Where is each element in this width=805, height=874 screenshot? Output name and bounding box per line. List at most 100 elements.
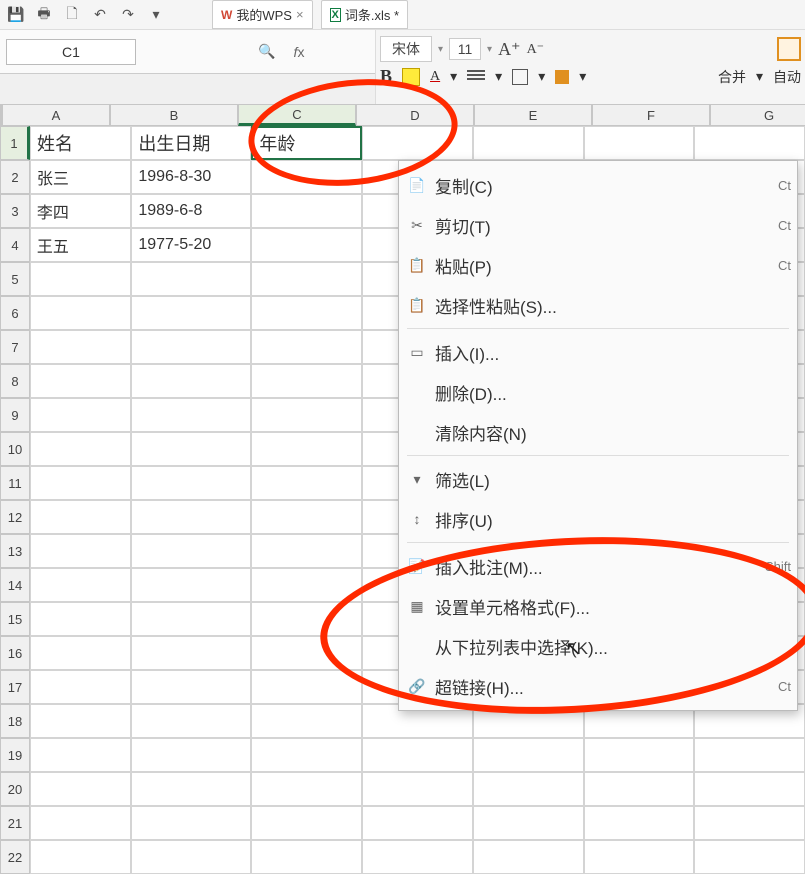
cell-E21[interactable]: [473, 806, 584, 840]
zoom-icon[interactable]: 🔍: [256, 41, 278, 63]
fill-color-icon[interactable]: [555, 70, 569, 84]
col-header-C[interactable]: C: [238, 104, 356, 126]
align-icon[interactable]: [467, 70, 485, 84]
cell-G21[interactable]: [694, 806, 805, 840]
cell-A22[interactable]: [30, 840, 131, 874]
cell-B22[interactable]: [131, 840, 251, 874]
cell-C16[interactable]: [251, 636, 362, 670]
qat-caret-icon[interactable]: ▾: [146, 5, 166, 25]
cell-A4[interactable]: 王五: [30, 228, 131, 262]
merge-button[interactable]: 合并: [718, 67, 746, 87]
cm-hyperlink[interactable]: 🔗 超链接(H)... Ct: [399, 666, 797, 706]
cm-clear[interactable]: 清除内容(N): [399, 412, 797, 452]
row-header[interactable]: 12: [0, 500, 30, 534]
cell-B7[interactable]: [131, 330, 251, 364]
cell-E1[interactable]: [473, 126, 584, 160]
cell-A13[interactable]: [30, 534, 131, 568]
cell-F1[interactable]: [584, 126, 695, 160]
cell-C11[interactable]: [251, 466, 362, 500]
cell-C9[interactable]: [251, 398, 362, 432]
row-header[interactable]: 10: [0, 432, 30, 466]
cell-B19[interactable]: [131, 738, 251, 772]
cell-B11[interactable]: [131, 466, 251, 500]
row-header[interactable]: 22: [0, 840, 30, 874]
highlight-icon[interactable]: [402, 68, 420, 86]
row-header[interactable]: 6: [0, 296, 30, 330]
name-box[interactable]: C1: [6, 39, 136, 65]
chevron-down-icon[interactable]: ▾: [538, 68, 545, 85]
cell-B18[interactable]: [131, 704, 251, 738]
cell-B15[interactable]: [131, 602, 251, 636]
close-icon[interactable]: ×: [296, 7, 304, 22]
cell-A21[interactable]: [30, 806, 131, 840]
increase-font-icon[interactable]: A⁺: [498, 39, 521, 60]
cell-A19[interactable]: [30, 738, 131, 772]
cell-A11[interactable]: [30, 466, 131, 500]
cell-D1[interactable]: [362, 126, 473, 160]
cell-A16[interactable]: [30, 636, 131, 670]
cell-B4[interactable]: 1977-5-20: [131, 228, 251, 262]
print-preview-icon[interactable]: 🗋: [62, 5, 82, 25]
row-header[interactable]: 18: [0, 704, 30, 738]
print-icon[interactable]: 🖶: [34, 5, 54, 25]
cell-E22[interactable]: [473, 840, 584, 874]
row-header[interactable]: 19: [0, 738, 30, 772]
cell-E19[interactable]: [473, 738, 584, 772]
col-header-D[interactable]: D: [356, 104, 474, 126]
chevron-down-icon[interactable]: ▾: [487, 44, 492, 55]
cell-B8[interactable]: [131, 364, 251, 398]
cell-B12[interactable]: [131, 500, 251, 534]
cell-C17[interactable]: [251, 670, 362, 704]
cell-A2[interactable]: 张三: [30, 160, 131, 194]
col-header-B[interactable]: B: [110, 104, 238, 126]
format-painter-icon[interactable]: [777, 37, 801, 61]
cell-C1[interactable]: 年龄: [251, 126, 362, 160]
cell-G19[interactable]: [694, 738, 805, 772]
cm-filter[interactable]: ▾ 筛选(L): [399, 459, 797, 499]
cm-copy[interactable]: 📄 复制(C) Ct: [399, 165, 797, 205]
col-header-A[interactable]: A: [2, 104, 110, 126]
redo-icon[interactable]: ↷: [118, 5, 138, 25]
cell-B9[interactable]: [131, 398, 251, 432]
cell-B3[interactable]: 1989-6-8: [131, 194, 251, 228]
cell-A15[interactable]: [30, 602, 131, 636]
cell-C15[interactable]: [251, 602, 362, 636]
col-header-G[interactable]: G: [710, 104, 805, 126]
cell-E20[interactable]: [473, 772, 584, 806]
cell-C10[interactable]: [251, 432, 362, 466]
cell-D20[interactable]: [362, 772, 473, 806]
cell-B14[interactable]: [131, 568, 251, 602]
row-header[interactable]: 21: [0, 806, 30, 840]
cell-G22[interactable]: [694, 840, 805, 874]
chevron-down-icon[interactable]: ▾: [579, 68, 586, 85]
cell-B6[interactable]: [131, 296, 251, 330]
border-icon[interactable]: [512, 69, 528, 85]
cell-B13[interactable]: [131, 534, 251, 568]
save-icon[interactable]: 💾: [6, 5, 26, 25]
cell-A10[interactable]: [30, 432, 131, 466]
bold-button[interactable]: B: [380, 66, 392, 87]
cell-F21[interactable]: [584, 806, 695, 840]
cm-paste[interactable]: 📋 粘贴(P) Ct: [399, 245, 797, 285]
cell-G1[interactable]: [694, 126, 805, 160]
row-header[interactable]: 4: [0, 228, 30, 262]
row-header[interactable]: 14: [0, 568, 30, 602]
cm-format-cells[interactable]: ▦ 设置单元格格式(F)...: [399, 586, 797, 626]
auto-button[interactable]: 自动: [773, 67, 801, 87]
cell-F20[interactable]: [584, 772, 695, 806]
cell-C19[interactable]: [251, 738, 362, 772]
col-header-E[interactable]: E: [474, 104, 592, 126]
row-header[interactable]: 20: [0, 772, 30, 806]
cm-sort[interactable]: ↕ 排序(U): [399, 499, 797, 539]
row-header[interactable]: 3: [0, 194, 30, 228]
fx-icon[interactable]: fx: [288, 41, 310, 63]
tab-mywps[interactable]: W 我的WPS ×: [212, 0, 313, 29]
cell-A8[interactable]: [30, 364, 131, 398]
cell-C2[interactable]: [251, 160, 362, 194]
cm-pick-from-list[interactable]: 从下拉列表中选择(K)...: [399, 626, 797, 666]
cell-C20[interactable]: [251, 772, 362, 806]
chevron-down-icon[interactable]: ▾: [495, 68, 502, 85]
cell-B5[interactable]: [131, 262, 251, 296]
row-header[interactable]: 13: [0, 534, 30, 568]
row-header[interactable]: 7: [0, 330, 30, 364]
